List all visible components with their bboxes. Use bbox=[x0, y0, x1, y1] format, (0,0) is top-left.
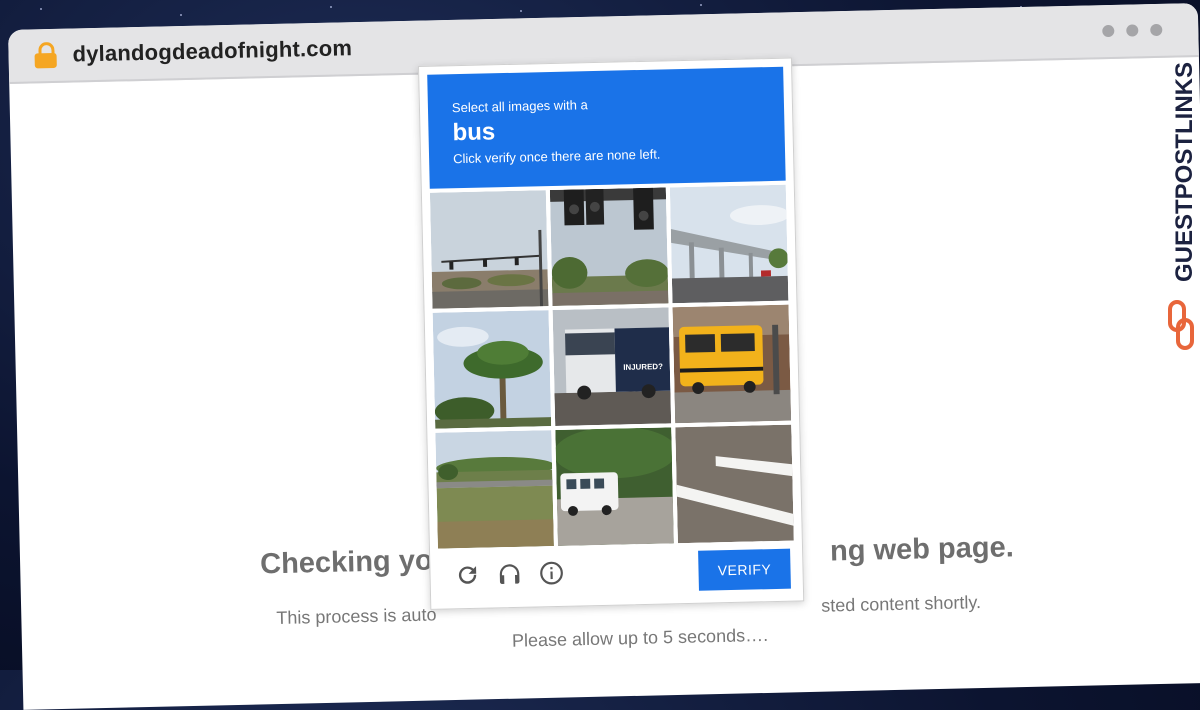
captcha-tile[interactable] bbox=[669, 184, 789, 304]
captcha-widget: Select all images with a bus Click verif… bbox=[418, 57, 805, 610]
captcha-tile[interactable] bbox=[672, 304, 792, 424]
captcha-tile[interactable] bbox=[429, 190, 549, 309]
window-controls bbox=[1102, 23, 1163, 38]
captcha-header: Select all images with a bus Click verif… bbox=[427, 66, 786, 189]
page-subtext-right: sted content shortly. bbox=[821, 592, 982, 616]
captcha-tile[interactable] bbox=[675, 424, 794, 544]
reload-icon[interactable] bbox=[454, 562, 481, 589]
page-heading-left: Checking you bbox=[259, 544, 451, 581]
info-icon[interactable] bbox=[538, 560, 565, 587]
captcha-tile[interactable] bbox=[549, 187, 669, 307]
captcha-tile[interactable] bbox=[555, 427, 674, 546]
captcha-grid: INJURED? bbox=[429, 184, 794, 549]
link-icon bbox=[1168, 300, 1194, 350]
lock-icon bbox=[34, 41, 57, 69]
window-dot-icon[interactable] bbox=[1102, 24, 1115, 38]
bus-ad-text: INJURED? bbox=[623, 362, 663, 372]
watermark-text: GUESTPOSTLINKS bbox=[1171, 62, 1198, 282]
page-subtext-left: This process is auto bbox=[276, 604, 437, 629]
wait-text: Please allow up to 5 seconds…. bbox=[511, 624, 769, 651]
page-heading-right: ng web page. bbox=[829, 531, 1015, 568]
captcha-footer: VERIFY bbox=[438, 547, 795, 601]
captcha-target: bus bbox=[452, 118, 496, 147]
headphones-icon[interactable] bbox=[496, 561, 523, 588]
url-text[interactable]: dylandogdeadofnight.com bbox=[72, 35, 352, 67]
verify-button[interactable]: VERIFY bbox=[698, 548, 791, 591]
window-dot-icon[interactable] bbox=[1150, 23, 1163, 37]
guestpostlinks-logo: GUESTPOSTLINKS bbox=[1168, 62, 1198, 350]
window-dot-icon[interactable] bbox=[1126, 24, 1139, 37]
captcha-tile[interactable]: INJURED? bbox=[552, 307, 672, 426]
captcha-tile[interactable] bbox=[435, 430, 554, 549]
captcha-hint: Click verify once there are none left. bbox=[452, 146, 661, 167]
captcha-tile[interactable] bbox=[432, 310, 552, 429]
